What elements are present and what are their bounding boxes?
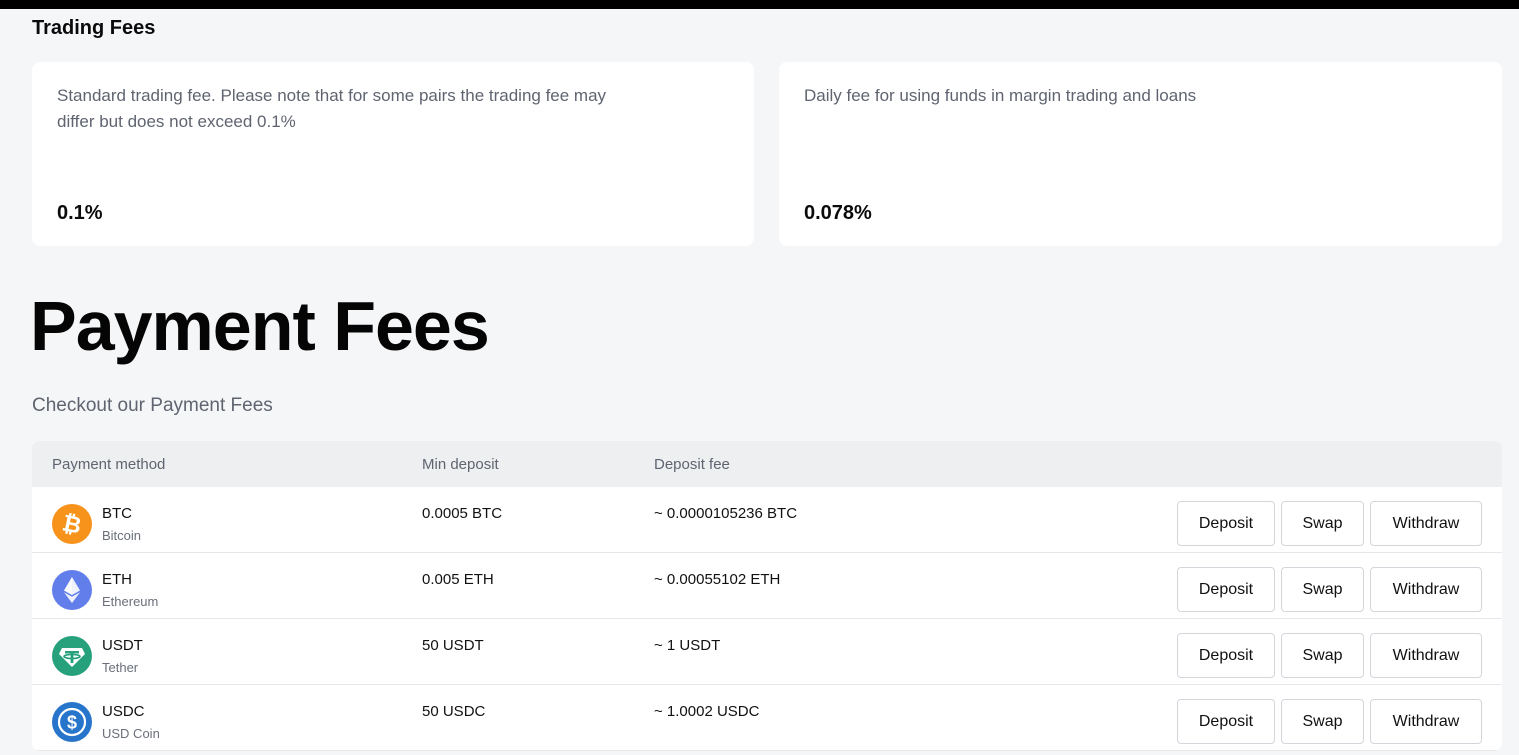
trading-fees-title: Trading Fees (32, 17, 156, 39)
deposit-fee: ~ 1 USDT (654, 637, 721, 654)
deposit-button[interactable]: Deposit (1177, 501, 1275, 546)
usd-coin-icon: $ (52, 702, 92, 742)
coin-symbol: USDC (102, 703, 145, 720)
deposit-button[interactable]: Deposit (1177, 567, 1275, 612)
top-bar (0, 0, 1519, 9)
coin-symbol: BTC (102, 505, 132, 522)
coin-name: Tether (102, 660, 139, 675)
min-deposit: 0.0005 BTC (422, 505, 503, 522)
svg-text:$: $ (67, 713, 77, 733)
deposit-button[interactable]: Deposit (1177, 699, 1275, 744)
deposit-fee: ~ 0.00055102 ETH (654, 571, 781, 588)
swap-button[interactable]: Swap (1281, 501, 1364, 546)
table-header: Payment method Min deposit Deposit fee (32, 441, 1502, 487)
withdraw-button[interactable]: Withdraw (1370, 501, 1482, 546)
min-deposit: 0.005 ETH (422, 571, 494, 588)
card-value: 0.078% (804, 202, 872, 224)
coin-name: Ethereum (102, 594, 159, 609)
deposit-fee: ~ 0.0000105236 BTC (654, 505, 798, 522)
card-description: Daily fee for using funds in margin trad… (804, 86, 1197, 105)
withdraw-button[interactable]: Withdraw (1370, 699, 1482, 744)
table-row: ₿ BTC Bitcoin 0.0005 BTC ~ 0.0000105236 … (32, 487, 1502, 553)
deposit-button[interactable]: Deposit (1177, 633, 1275, 678)
payment-fees-subtitle: Checkout our Payment Fees (32, 395, 273, 416)
column-header-min-deposit: Min deposit (422, 456, 499, 473)
table-row: $ USDC USD Coin 50 USDC ~ 1.0002 USDC De… (32, 685, 1502, 751)
withdraw-button[interactable]: Withdraw (1370, 633, 1482, 678)
coin-symbol: USDT (102, 637, 143, 654)
coin-name: Bitcoin (102, 528, 142, 543)
bitcoin-icon: ₿ (52, 504, 92, 544)
withdraw-button[interactable]: Withdraw (1370, 567, 1482, 612)
coin-name: USD Coin (102, 726, 160, 741)
swap-button[interactable]: Swap (1281, 633, 1364, 678)
card-description: Standard trading fee. Please note that f… (57, 86, 607, 131)
payment-fees-table: Payment method Min deposit Deposit fee ₿… (32, 441, 1502, 751)
table-row: ETH Ethereum 0.005 ETH ~ 0.00055102 ETH … (32, 553, 1502, 619)
table-row: USDT Tether 50 USDT ~ 1 USDT Deposit Swa… (32, 619, 1502, 685)
column-header-payment-method: Payment method (52, 456, 166, 473)
tether-icon (52, 636, 92, 676)
min-deposit: 50 USDT (422, 637, 484, 654)
card-value: 0.1% (57, 202, 103, 224)
coin-symbol: ETH (102, 571, 132, 588)
standard-trading-fee-card: Standard trading fee. Please note that f… (32, 62, 754, 246)
payment-fees-title: Payment Fees (30, 287, 490, 365)
column-header-deposit-fee: Deposit fee (654, 456, 730, 473)
margin-fee-card: Daily fee for using funds in margin trad… (779, 62, 1502, 246)
swap-button[interactable]: Swap (1281, 567, 1364, 612)
ethereum-icon (52, 570, 92, 610)
swap-button[interactable]: Swap (1281, 699, 1364, 744)
min-deposit: 50 USDC (422, 703, 486, 720)
deposit-fee: ~ 1.0002 USDC (654, 703, 760, 720)
